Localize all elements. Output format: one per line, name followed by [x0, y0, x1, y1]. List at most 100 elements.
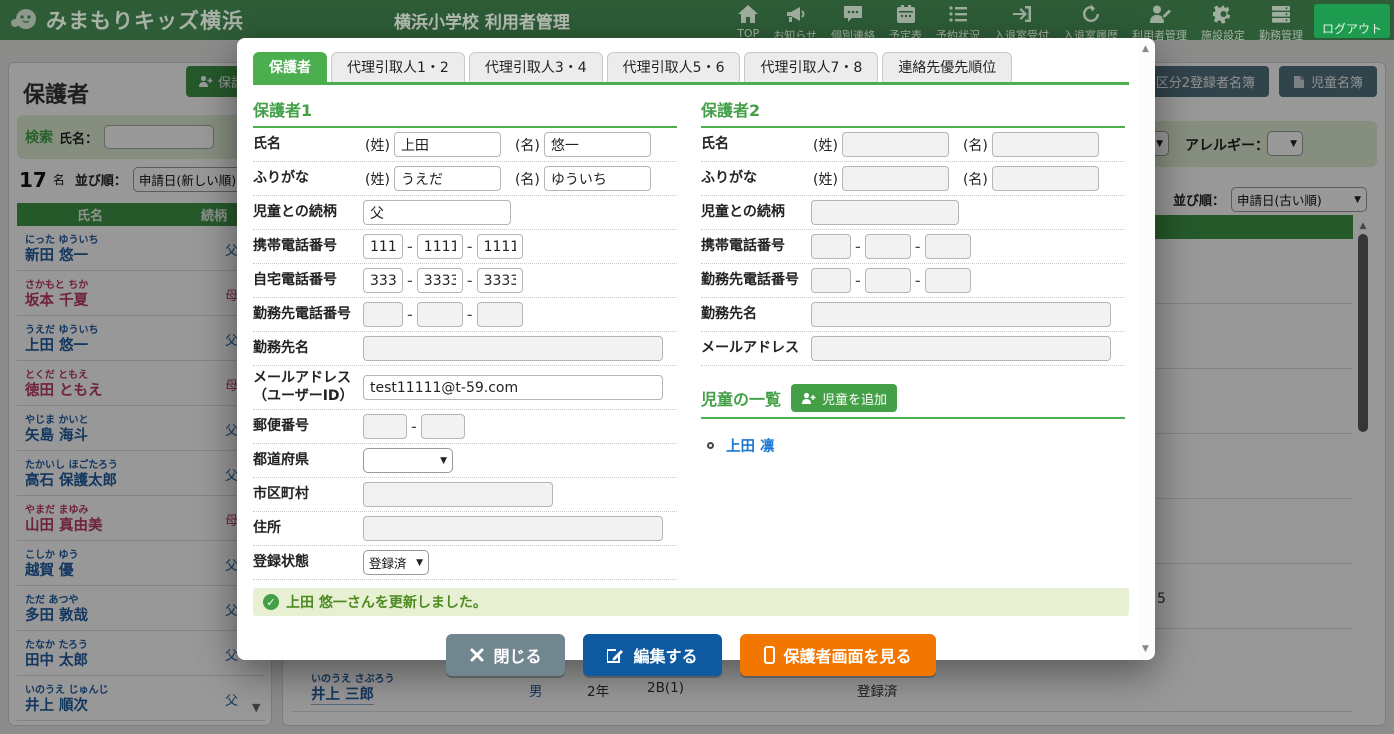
field-label: 勤務先電話番号: [253, 306, 363, 324]
form-row-relation: 児童との続柄: [253, 196, 677, 230]
g1-mobile-3[interactable]: [477, 234, 523, 259]
g1-home-tel-3[interactable]: [477, 268, 523, 293]
g1-home-tel-1[interactable]: [363, 268, 403, 293]
edit-icon: [607, 647, 624, 664]
g2-work-tel-1[interactable]: [811, 268, 851, 293]
g1-addr-input[interactable]: [363, 516, 663, 541]
nav-item-history[interactable]: 入退室履歴: [1056, 0, 1125, 40]
g1-work-name-input[interactable]: [363, 336, 663, 361]
g1-city-input[interactable]: [363, 482, 553, 507]
page-title: 横浜小学校 利用者管理: [394, 8, 570, 33]
check-circle-icon: ✓: [263, 594, 279, 610]
form-row-work-name: 勤務先名: [701, 298, 1125, 332]
g1-zip-1[interactable]: [363, 414, 407, 439]
g1-kana-sei-input[interactable]: [394, 166, 501, 191]
chevron-down-icon: ▼: [416, 558, 423, 568]
tab-proxy-1-2[interactable]: 代理引取人1・2: [331, 52, 465, 82]
nav-item-home[interactable]: TOP: [730, 0, 766, 40]
field-label: 登録状態: [253, 554, 363, 572]
nav-item-label: 勤務管理: [1259, 27, 1303, 40]
children-list: 上田 凛: [701, 435, 1125, 456]
scroll-up-icon[interactable]: ▲: [1138, 44, 1153, 54]
g2-work-tel-3[interactable]: [925, 268, 971, 293]
nav-item-server[interactable]: 勤務管理: [1252, 0, 1310, 40]
g2-email-input[interactable]: [811, 336, 1111, 361]
edit-button[interactable]: 編集する: [583, 634, 721, 676]
field-label: 児童との続柄: [253, 204, 363, 222]
nav-item-calendar[interactable]: 予定表: [882, 0, 929, 40]
sei-label: (姓): [365, 169, 390, 189]
g1-home-tel-2[interactable]: [417, 268, 463, 293]
g2-work-tel-2[interactable]: [865, 268, 911, 293]
guardian2-form: 保護者2 氏名 (姓) (名) ふりがな (姓) (名): [701, 97, 1125, 580]
g1-pref-select[interactable]: ▼: [363, 448, 453, 473]
g2-kana-mei-input[interactable]: [992, 166, 1099, 191]
nav-item-list[interactable]: 予約状況: [929, 0, 987, 40]
g1-mei-input[interactable]: [544, 132, 651, 157]
logo-text: みまもりキッズ横浜: [46, 5, 244, 35]
g2-work-name-input[interactable]: [811, 302, 1111, 327]
guardian2-section-title: 保護者2: [701, 97, 1125, 128]
flash-text: 上田 悠一さんを更新しました。: [286, 592, 487, 612]
g1-work-tel-2[interactable]: [417, 302, 463, 327]
g2-mei-input[interactable]: [992, 132, 1099, 157]
tab-guardian[interactable]: 保護者: [253, 52, 327, 82]
home-icon: [737, 4, 759, 24]
g1-sei-input[interactable]: [394, 132, 501, 157]
g2-sei-input[interactable]: [842, 132, 949, 157]
g1-kana-mei-input[interactable]: [544, 166, 651, 191]
g1-zip-2[interactable]: [421, 414, 465, 439]
mascot-icon: [10, 7, 40, 33]
field-label: 勤務先名: [253, 340, 363, 358]
view-guardian-screen-button[interactable]: 保護者画面を見る: [740, 634, 936, 676]
server-icon: [1270, 4, 1292, 24]
mei-label: (名): [963, 169, 988, 189]
g2-mobile-3[interactable]: [925, 234, 971, 259]
nav-item-user-edit[interactable]: 利用者管理: [1125, 0, 1194, 40]
sei-label: (姓): [813, 169, 838, 189]
nav-items: TOPお知らせ個別連絡予定表予約状況入退室受付入退室履歴利用者管理施設設定勤務管…: [730, 0, 1310, 40]
g2-kana-sei-input[interactable]: [842, 166, 949, 191]
form-row-zip: 郵便番号 -: [253, 410, 677, 444]
g1-work-tel-3[interactable]: [477, 302, 523, 327]
tab-proxy-3-4[interactable]: 代理引取人3・4: [469, 52, 603, 82]
modal-tabs: 保護者 代理引取人1・2 代理引取人3・4 代理引取人5・6 代理引取人7・8 …: [253, 52, 1129, 82]
tab-contact-priority[interactable]: 連絡先優先順位: [882, 52, 1012, 82]
g1-email-input[interactable]: [363, 375, 663, 400]
field-label: ふりがな: [253, 170, 363, 188]
g1-status-select[interactable]: 登録済 ▼: [363, 550, 429, 575]
field-label: 勤務先電話番号: [701, 272, 811, 290]
form-row-addr: 住所: [253, 512, 677, 546]
form-row-mobile: 携帯電話番号 - -: [253, 230, 677, 264]
scroll-down-icon[interactable]: ▼: [1138, 644, 1153, 654]
nav-item-gear[interactable]: 施設設定: [1194, 0, 1252, 40]
history-icon: [1080, 4, 1102, 24]
modal-scrollbar[interactable]: ▲ ▼: [1138, 40, 1153, 658]
field-label: 氏名: [253, 136, 363, 154]
form-row-kana: ふりがな (姓) (名): [253, 162, 677, 196]
field-label: 児童との続柄: [701, 204, 811, 222]
g1-mobile-1[interactable]: [363, 234, 403, 259]
nav-item-megaphone[interactable]: お知らせ: [766, 0, 824, 40]
add-child-button[interactable]: 児童を追加: [791, 384, 897, 412]
g2-mobile-2[interactable]: [865, 234, 911, 259]
g2-relation-input[interactable]: [811, 200, 959, 225]
field-label: 携帯電話番号: [253, 238, 363, 256]
field-label: 郵便番号: [253, 418, 363, 436]
tab-proxy-5-6[interactable]: 代理引取人5・6: [607, 52, 741, 82]
child-link[interactable]: 上田 凛: [726, 435, 775, 456]
nav-item-sign-in[interactable]: 入退室受付: [987, 0, 1056, 40]
g1-relation-input[interactable]: [363, 200, 511, 225]
field-label: 都道府県: [253, 452, 363, 470]
sei-label: (姓): [813, 135, 838, 155]
close-button[interactable]: 閉じる: [446, 634, 565, 676]
form-row-work-tel: 勤務先電話番号 - -: [701, 264, 1125, 298]
tab-proxy-7-8[interactable]: 代理引取人7・8: [744, 52, 878, 82]
g1-mobile-2[interactable]: [417, 234, 463, 259]
g1-work-tel-1[interactable]: [363, 302, 403, 327]
g2-mobile-1[interactable]: [811, 234, 851, 259]
guardian1-form: 保護者1 氏名 (姓) (名) ふりがな (姓) (名): [253, 97, 677, 580]
logout-button[interactable]: ログアウト: [1314, 4, 1390, 38]
nav-item-chat[interactable]: 個別連絡: [824, 0, 882, 40]
close-label: 閉じる: [493, 643, 541, 667]
